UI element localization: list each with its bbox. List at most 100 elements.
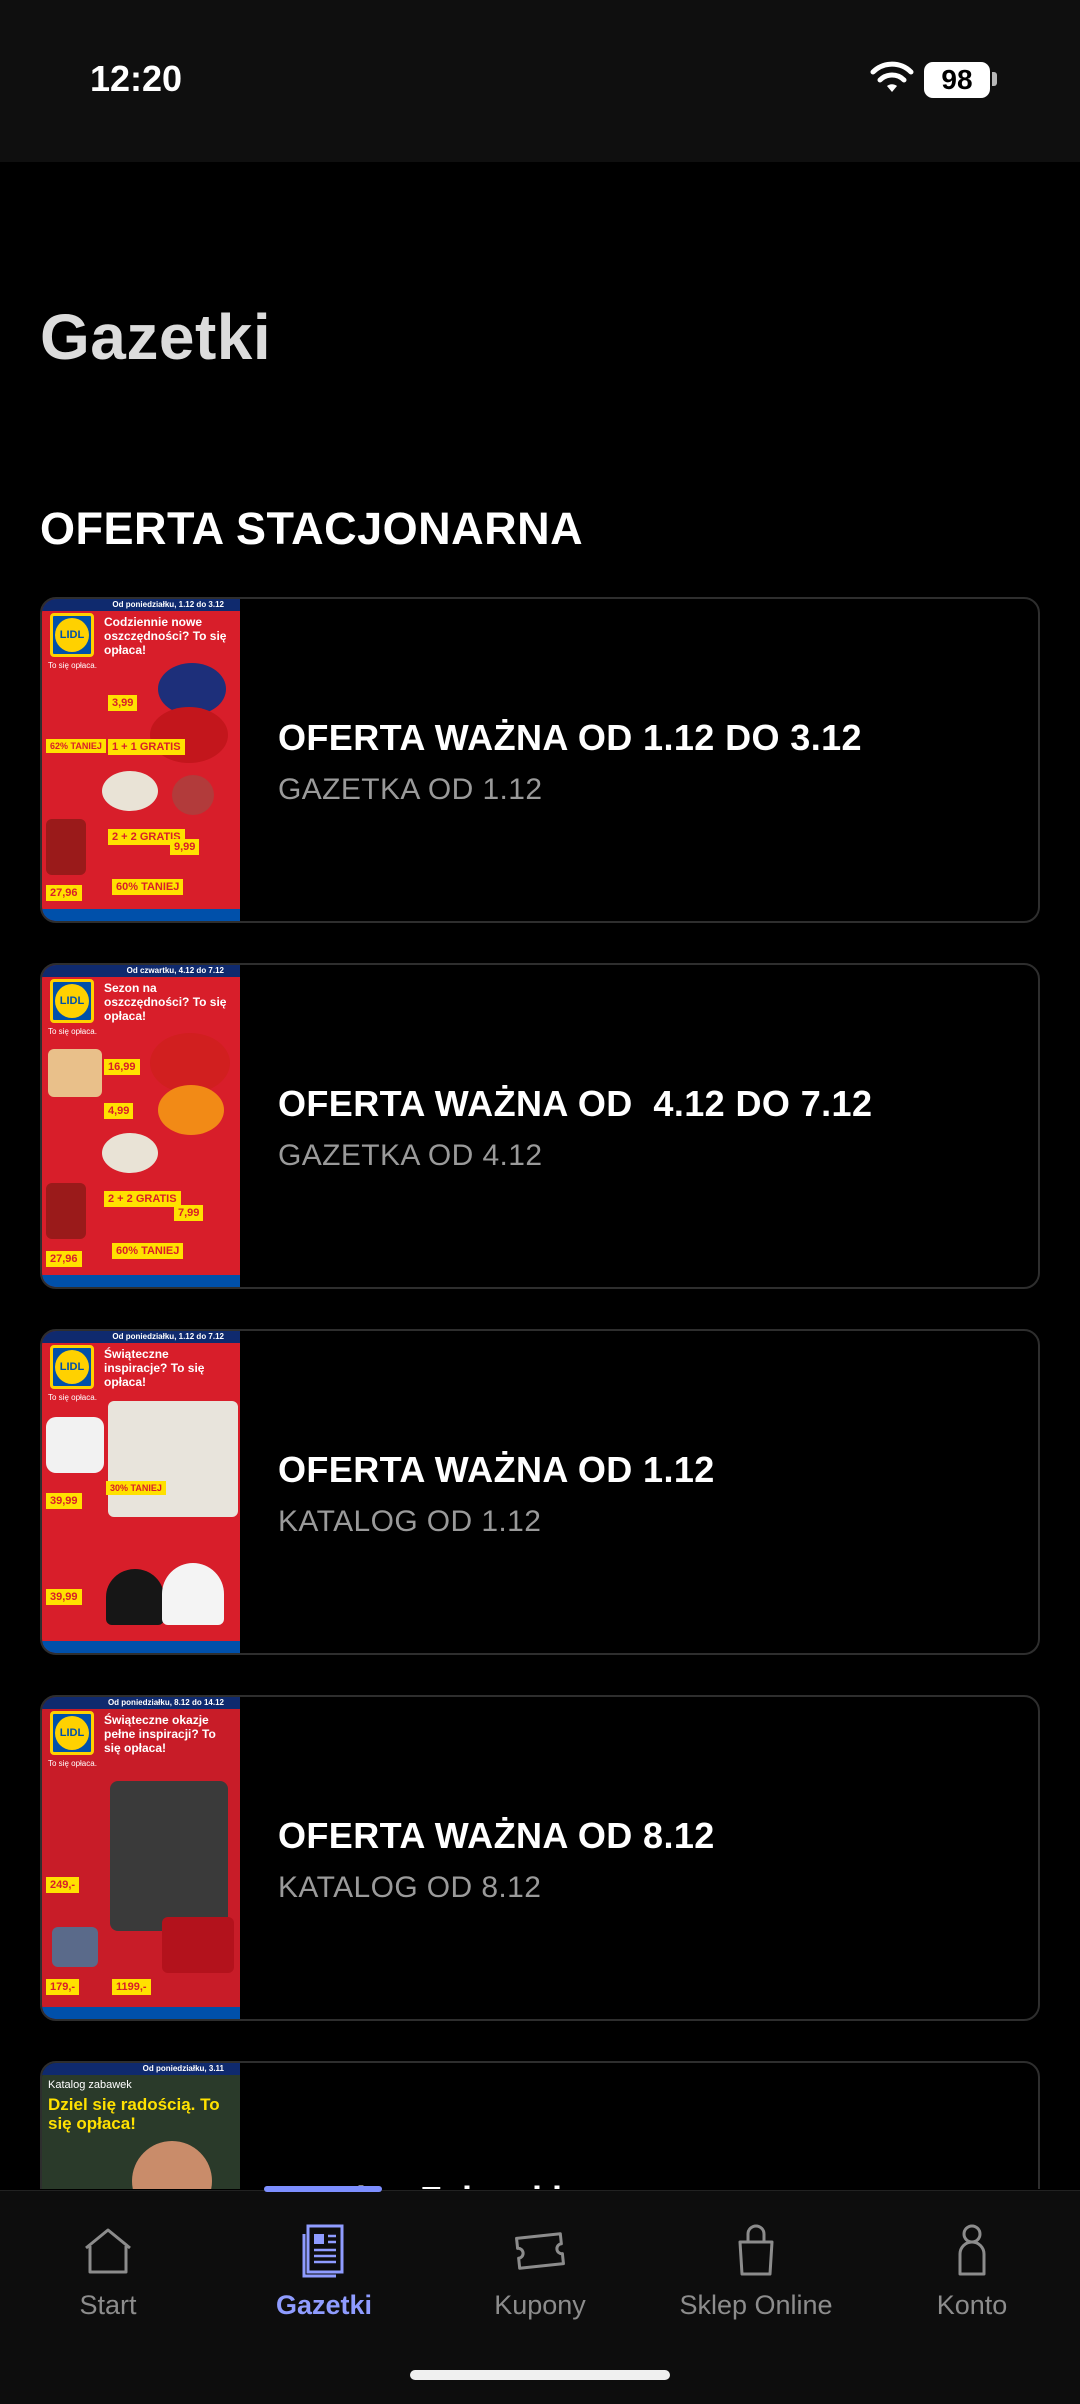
thumbnail-date: Od poniedziałku, 3.11 — [42, 2063, 240, 2075]
thumbnail-date: Od poniedziałku, 1.12 do 7.12 — [42, 1331, 240, 1343]
gift-bag-image — [46, 819, 86, 875]
price-tag: 27,96 — [46, 885, 82, 901]
card-text: OFERTA WAŻNA OD 8.12 KATALOG OD 8.12 — [278, 1815, 715, 1905]
thumbnail-tag: Katalog zabawek — [48, 2079, 132, 2091]
price-tag: 27,96 — [46, 1251, 82, 1267]
nav-konto-label: Konto — [936, 2290, 1008, 2320]
lidl-logo-icon: LIDL — [50, 1345, 94, 1389]
nav-gazetki[interactable]: Gazetki — [216, 2220, 432, 2340]
price-tag: 249,- — [46, 1877, 80, 1893]
page-title: Gazetki — [40, 301, 272, 373]
leaflet-thumbnail: Od poniedziałku, 1.12 do 7.12 LIDL Świąt… — [42, 1331, 240, 1653]
price-tag: 2 + 2 GRATIS — [104, 1191, 181, 1207]
card-title: OFERTA WAŻNA OD 8.12 — [278, 1815, 715, 1856]
shopping-bag-icon — [738, 2224, 774, 2276]
card-title: OFERTA WAŻNA OD 4.12 DO 7.12 — [278, 1083, 873, 1124]
leaflet-card[interactable]: Od poniedziałku, 1.12 do 7.12 LIDL Świąt… — [40, 1329, 1040, 1655]
nav-kupony[interactable]: Kupony — [432, 2220, 648, 2340]
lidl-logo-icon: LIDL — [50, 1711, 94, 1755]
price-tag: 16,99 — [104, 1059, 140, 1075]
leaflet-list: Od poniedziałku, 1.12 do 3.12 LIDL Codzi… — [40, 597, 1040, 2189]
sweater-image — [46, 1417, 104, 1473]
leaflet-icon — [302, 2224, 344, 2278]
leaflet-card[interactable]: Od poniedziałku, 3.11 Katalog zabawek Dz… — [40, 2061, 1040, 2189]
price-tag: 3,99 — [108, 695, 138, 711]
thumbnail-headline: Codziennie nowe oszczędności? To się opł… — [104, 615, 227, 657]
status-time: 12:20 — [90, 58, 183, 99]
card-subtitle: GAZETKA OD 4.12 — [278, 1139, 543, 1172]
card-title: OFERTA WAŻNA OD 1.12 — [278, 1449, 715, 1490]
tomatoes-image — [150, 1033, 230, 1093]
card-text: OFERTA WAŻNA OD 1.12 DO 3.12 GAZETKA OD … — [278, 717, 862, 807]
price-tag: 9,99 — [170, 839, 200, 855]
gift-image — [162, 1917, 234, 1973]
eggs-image — [102, 1133, 158, 1173]
home-indicator — [410, 2370, 670, 2380]
mandarins-image — [158, 1085, 224, 1135]
lidl-logo-icon: LIDL — [50, 979, 94, 1023]
bread-image — [48, 1049, 102, 1097]
account-icon — [958, 2224, 986, 2276]
status-bar: 12:20 98 — [0, 0, 1080, 162]
thumbnail-headline: Sezon na oszczędności? To się opłaca! — [104, 981, 227, 1023]
price-tag: 60% TANIEJ — [112, 1243, 184, 1259]
price-tag: 179,- — [46, 1979, 80, 1995]
gift-bag-image — [46, 1183, 86, 1239]
thumbnail-tag: To się opłaca. — [48, 1027, 97, 1036]
thumbnail-footer — [42, 1641, 240, 1653]
home-icon — [85, 2228, 131, 2274]
thumbnail-headline: Świąteczne inspiracje? To się opłaca! — [104, 1347, 205, 1389]
thumbnail-tag: To się opłaca. — [48, 1759, 97, 1768]
thumbnail-date: Od poniedziałku, 8.12 do 14.12 — [42, 1697, 240, 1709]
nav-sklep-online-label: Sklep Online — [679, 2290, 833, 2320]
thumbnail-footer — [42, 1275, 240, 1287]
price-tag: 1199,- — [112, 1979, 151, 1995]
vacuum-image — [52, 1927, 98, 1967]
card-subtitle: KATALOG OD 1.12 — [278, 1505, 542, 1538]
nav-start-label: Start — [79, 2290, 137, 2320]
battery-nub — [992, 72, 997, 86]
thumbnail-headline: Dziel się radością. To się opłaca! — [48, 2095, 220, 2133]
price-tag: 39,99 — [46, 1493, 82, 1509]
nav-konto[interactable]: Konto — [864, 2220, 1080, 2340]
leaflet-thumbnail: Od poniedziałku, 3.11 Katalog zabawek Dz… — [42, 2063, 240, 2189]
card-title: OFERTA WAŻNA OD 1.12 DO 3.12 — [278, 717, 862, 758]
leaflet-thumbnail: Od czwartku, 4.12 do 7.12 LIDL Sezon na … — [42, 965, 240, 1287]
nav-start[interactable]: Start — [0, 2220, 216, 2340]
coffee-machine-image — [110, 1781, 228, 1931]
price-tag: 60% TANIEJ — [112, 879, 184, 895]
leaflet-card[interactable]: Od czwartku, 4.12 do 7.12 LIDL Sezon na … — [40, 963, 1040, 1289]
fruit-image — [172, 775, 214, 815]
leaflet-thumbnail: Od poniedziałku, 8.12 do 14.12 LIDL Świą… — [42, 1697, 240, 2019]
price-tag: 39,99 — [46, 1589, 82, 1605]
eggs-image — [102, 771, 158, 811]
lidl-logo-icon: LIDL — [50, 613, 94, 657]
nav-gazetki-label: Gazetki — [275, 2290, 373, 2320]
price-tag: 7,99 — [174, 1205, 204, 1221]
nav-kupony-label: Kupony — [494, 2290, 586, 2320]
coupon-icon — [515, 2232, 565, 2270]
price-tag: 62% TANIEJ — [46, 739, 106, 753]
black-hat-image — [106, 1569, 164, 1625]
active-tab-indicator — [264, 2186, 382, 2192]
price-tag: 1 + 1 GRATIS — [108, 739, 185, 755]
thumbnail-tag: To się opłaca. — [48, 1393, 97, 1402]
price-tag: 30% TANIEJ — [106, 1481, 166, 1495]
section-title: OFERTA STACJONARNA — [40, 503, 584, 554]
battery-indicator: 98 — [924, 62, 990, 98]
price-tag: 4,99 — [104, 1103, 134, 1119]
card-subtitle: KATALOG OD 8.12 — [278, 1871, 542, 1904]
wifi-icon — [870, 61, 914, 92]
leaflet-card[interactable]: Od poniedziałku, 8.12 do 14.12 LIDL Świą… — [40, 1695, 1040, 2021]
nav-sklep-online[interactable]: Sklep Online — [648, 2220, 864, 2340]
thumbnail-footer — [42, 2007, 240, 2019]
leaflet-card[interactable]: Od poniedziałku, 1.12 do 3.12 LIDL Codzi… — [40, 597, 1040, 923]
white-hat-image — [162, 1563, 224, 1625]
card-text: OFERTA WAŻNA OD 4.12 DO 7.12 GAZETKA OD … — [278, 1083, 872, 1173]
leaflet-thumbnail: Od poniedziałku, 1.12 do 3.12 LIDL Codzi… — [42, 599, 240, 921]
card-text: OFERTA WAŻNA OD 1.12 KATALOG OD 1.12 — [278, 1449, 715, 1539]
bedding-image — [108, 1401, 238, 1517]
thumbnail-headline: Świąteczne okazje pełne inspiracji? To s… — [104, 1713, 216, 1755]
thumbnail-date: Od czwartku, 4.12 do 7.12 — [42, 965, 240, 977]
card-subtitle: GAZETKA OD 1.12 — [278, 773, 543, 806]
